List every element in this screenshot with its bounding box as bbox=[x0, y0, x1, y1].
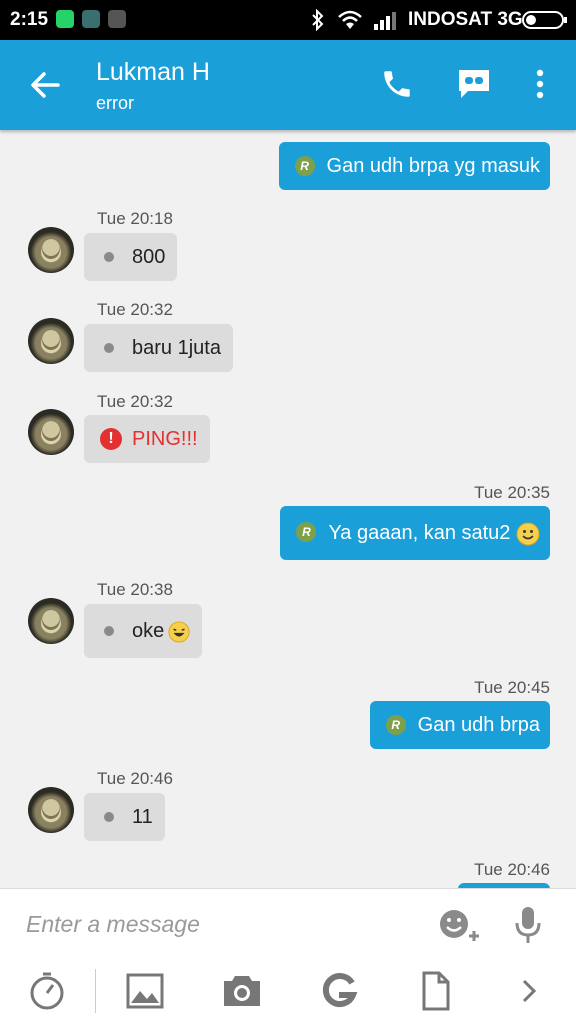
avatar[interactable] bbox=[28, 787, 74, 833]
outgoing-message[interactable]: R Gan udh brpa bbox=[369, 701, 550, 749]
read-badge: R bbox=[296, 522, 317, 542]
message-timestamp: Tue 20:32 bbox=[97, 300, 173, 319]
message-text: oke bbox=[132, 620, 165, 642]
message-timestamp: Tue 20:46 bbox=[474, 860, 550, 879]
contact-name[interactable]: Lukman H bbox=[96, 58, 210, 87]
read-badge: R bbox=[385, 715, 406, 735]
outgoing-message[interactable]: R Ya gaaan, kan satu2 bbox=[280, 506, 550, 560]
more-vert-icon[interactable] bbox=[530, 67, 550, 101]
camera-icon[interactable] bbox=[220, 973, 264, 1009]
emoji-add-icon[interactable] bbox=[438, 907, 484, 943]
message-timestamp: Tue 20:46 bbox=[97, 769, 173, 788]
avatar[interactable] bbox=[28, 318, 74, 364]
message-text: Ya gaaan, kan satu2 bbox=[328, 522, 511, 544]
message-text: Gan udh brpa yg masuk bbox=[326, 155, 540, 177]
avatar[interactable] bbox=[28, 598, 74, 644]
battery-icon bbox=[522, 11, 567, 29]
avatar[interactable] bbox=[28, 409, 74, 455]
status-time: 2:15 bbox=[10, 9, 49, 30]
incoming-message[interactable]: baru 1juta bbox=[84, 324, 233, 372]
alert-icon: ! bbox=[100, 428, 122, 450]
app-icon bbox=[82, 10, 100, 28]
contact-status: error bbox=[96, 93, 135, 113]
incoming-ping-message[interactable]: ! PING!!! bbox=[84, 415, 210, 463]
message-timestamp: Tue 20:32 bbox=[97, 392, 173, 411]
whatsapp-icon bbox=[56, 10, 74, 28]
delivery-dot-icon bbox=[104, 343, 114, 353]
google-icon[interactable] bbox=[320, 971, 358, 1011]
chevron-right-icon[interactable] bbox=[518, 977, 540, 1005]
message-text: 800 bbox=[132, 246, 166, 268]
message-text: baru 1juta bbox=[132, 337, 221, 359]
message-text: 11 bbox=[132, 806, 153, 828]
carrier-label: INDOSAT 3G bbox=[408, 9, 523, 30]
incoming-message[interactable]: 800 bbox=[84, 233, 178, 281]
status-bar: 2:15 INDOSAT 3G bbox=[0, 0, 576, 40]
avatar[interactable] bbox=[28, 227, 74, 273]
message-timestamp: Tue 20:18 bbox=[97, 209, 173, 228]
delivery-dot-icon bbox=[104, 812, 114, 822]
video-chat-icon[interactable] bbox=[456, 67, 492, 101]
outgoing-message[interactable]: R Gan udh brpa yg masuk bbox=[278, 142, 550, 190]
signal-icon bbox=[374, 12, 396, 30]
back-arrow-icon[interactable] bbox=[28, 68, 62, 102]
read-badge: R bbox=[294, 156, 315, 176]
message-input-placeholder[interactable]: Enter a message bbox=[26, 911, 200, 938]
toolbar-divider bbox=[95, 969, 96, 1013]
laugh-emoji-icon bbox=[168, 621, 190, 643]
smile-emoji-icon bbox=[516, 522, 540, 546]
message-timestamp: Tue 20:35 bbox=[474, 483, 550, 502]
chat-thread[interactable]: R Gan udh brpa yg masuk Tue 20:18 800 Tu… bbox=[0, 130, 576, 888]
bluetooth-icon bbox=[312, 9, 324, 31]
timer-icon[interactable] bbox=[28, 971, 66, 1011]
delivery-dot-icon bbox=[104, 252, 114, 262]
bbm-icon bbox=[108, 10, 126, 28]
message-text: PING!!! bbox=[132, 428, 198, 450]
message-text: Gan udh brpa bbox=[417, 714, 540, 736]
message-timestamp: Tue 20:38 bbox=[97, 580, 173, 599]
app-bar: Lukman H error bbox=[0, 40, 576, 130]
wifi-icon bbox=[338, 10, 362, 29]
phone-icon[interactable] bbox=[380, 67, 414, 101]
incoming-message[interactable]: 11 bbox=[84, 793, 165, 841]
incoming-message[interactable]: oke bbox=[84, 604, 202, 658]
mic-icon[interactable] bbox=[512, 905, 544, 945]
message-composer: Enter a message bbox=[0, 888, 576, 1025]
file-icon[interactable] bbox=[421, 971, 451, 1011]
delivery-dot-icon bbox=[104, 626, 114, 636]
image-icon[interactable] bbox=[126, 973, 164, 1009]
message-timestamp: Tue 20:45 bbox=[474, 678, 550, 697]
